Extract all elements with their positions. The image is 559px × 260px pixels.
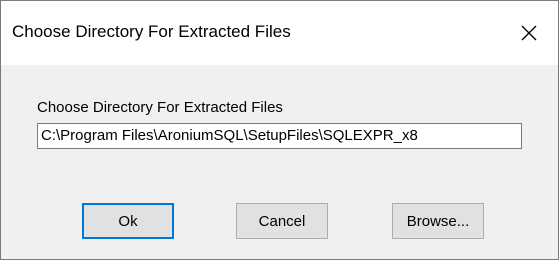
directory-label: Choose Directory For Extracted Files [37,99,283,116]
directory-path-value: C:\Program Files\AroniumSQL\SetupFiles\S… [41,127,418,144]
ok-button[interactable]: Ok [82,203,174,239]
close-icon [521,25,537,41]
browse-button[interactable]: Browse... [392,203,484,239]
dialog-window: Choose Directory For Extracted Files Cho… [0,0,559,260]
window-title: Choose Directory For Extracted Files [12,22,291,41]
close-button[interactable] [500,1,558,65]
cancel-button[interactable]: Cancel [236,203,328,239]
dialog-body: Choose Directory For Extracted Files C:\… [1,65,558,259]
title-bar: Choose Directory For Extracted Files [1,1,558,65]
directory-path-input[interactable]: C:\Program Files\AroniumSQL\SetupFiles\S… [37,123,522,149]
